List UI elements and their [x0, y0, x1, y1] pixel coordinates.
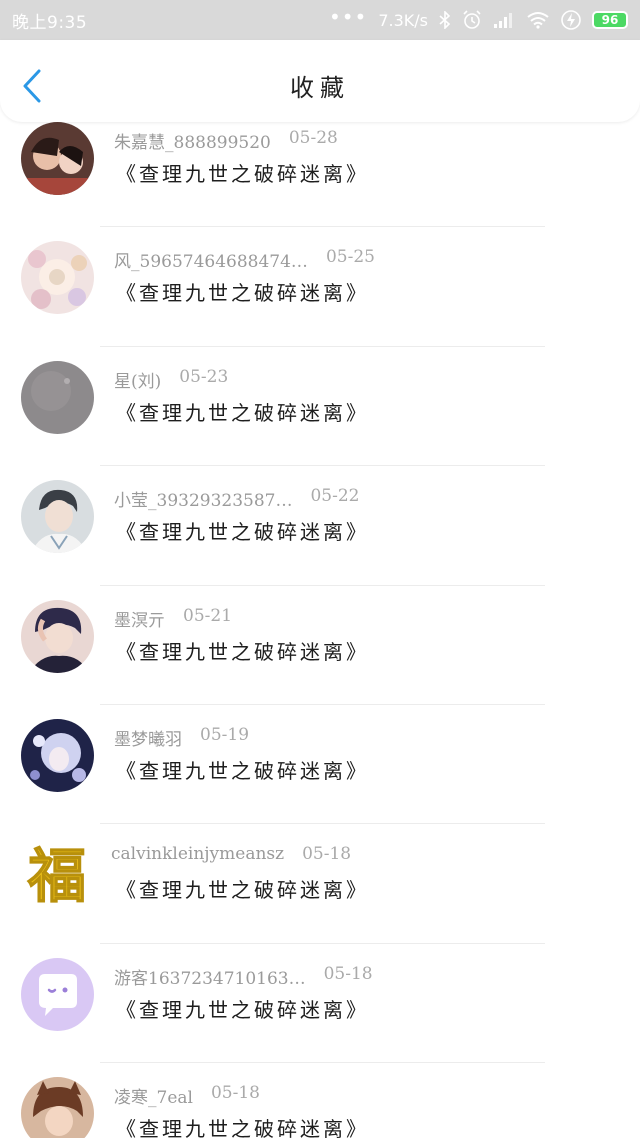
date: 05-18 — [210, 1083, 260, 1104]
list-item[interactable]: 风_59657464688474… 05-25 《查理九世之破碎迷离》 — [0, 227, 640, 347]
date: 05-21 — [183, 605, 233, 626]
book-title: 《查理九世之破碎迷离》 — [116, 400, 369, 425]
avatar: 福 — [21, 838, 94, 912]
book-title: 《查理九世之破碎迷离》 — [116, 997, 369, 1022]
item-meta: 墨溟亓 05-21 — [114, 606, 232, 631]
item-meta: 风_59657464688474… 05-25 — [114, 247, 375, 272]
status-icons: ••• 7.3K/s 96 — [328, 5, 628, 30]
book-title: 《查理九世之破碎迷离》 — [116, 758, 369, 783]
item-meta: 小莹_39329323587… 05-22 — [114, 486, 360, 511]
favorites-list: 朱嘉慧_888899520 05-28 《查理九世之破碎迷离》 风_596574… — [0, 108, 640, 1138]
username: 凌寒_7eal — [114, 1088, 193, 1109]
username: calvinkleinjymeansz — [111, 844, 285, 865]
item-meta: 朱嘉慧_888899520 05-28 — [114, 128, 338, 153]
list-item[interactable]: 墨梦曦羽 05-19 《查理九世之破碎迷离》 — [0, 705, 640, 825]
book-title: 《查理九世之破碎迷离》 — [116, 878, 369, 903]
avatar — [21, 599, 94, 673]
book-title: 《查理九世之破碎迷离》 — [116, 162, 369, 186]
date: 05-25 — [325, 247, 375, 268]
alarm-icon — [462, 10, 482, 30]
list-item[interactable]: 凌寒_7eal 05-18 《查理九世之破碎迷离》 — [0, 1063, 640, 1138]
signal-icon — [493, 11, 515, 29]
date: 05-28 — [288, 128, 338, 148]
battery-icon: 96 — [592, 11, 628, 29]
nav-bar: 收藏 — [0, 40, 640, 122]
network-speed: 7.3K/s — [378, 10, 428, 30]
page-title: 收藏 — [290, 74, 350, 102]
charging-icon — [561, 10, 581, 30]
avatar — [21, 1077, 94, 1138]
list-item[interactable]: 墨溟亓 05-21 《查理九世之破碎迷离》 — [0, 586, 640, 705]
avatar — [21, 957, 94, 1031]
item-meta: 游客1637234710163… 05-18 — [114, 964, 373, 989]
date: 05-23 — [179, 366, 229, 387]
list-item[interactable]: 小莹_39329323587… 05-22 《查理九世之破碎迷离》 — [0, 466, 640, 586]
list-item[interactable]: 游客1637234710163… 05-18 《查理九世之破碎迷离》 — [0, 944, 640, 1064]
book-title: 《查理九世之破碎迷离》 — [116, 1117, 369, 1138]
book-title: 《查理九世之破碎迷离》 — [116, 520, 369, 545]
item-meta: 墨梦曦羽 05-19 — [114, 725, 249, 750]
avatar — [21, 480, 94, 554]
list-item[interactable]: 星(刘) 05-23 《查理九世之破碎迷离》 — [0, 347, 640, 467]
avatar — [21, 241, 94, 315]
notification-dots: ••• — [328, 5, 368, 29]
item-meta: 星(刘) 05-23 — [114, 367, 228, 392]
date: 05-18 — [323, 963, 373, 984]
status-bar: 晚上9:35 ••• 7.3K/s 96 — [0, 0, 640, 40]
book-title: 《查理九世之破碎迷离》 — [116, 281, 369, 306]
avatar — [21, 122, 94, 195]
date: 05-18 — [302, 844, 352, 865]
username: 朱嘉慧_888899520 — [114, 133, 271, 153]
svg-text:福: 福 — [27, 842, 86, 910]
item-meta: 凌寒_7eal 05-18 — [114, 1083, 260, 1108]
item-meta: calvinkleinjymeansz 05-18 — [111, 844, 351, 864]
list-item[interactable]: 朱嘉慧_888899520 05-28 《查理九世之破碎迷离》 — [0, 108, 640, 228]
date: 05-19 — [200, 724, 250, 745]
username: 墨梦曦羽 — [114, 729, 182, 750]
wifi-icon — [526, 11, 550, 29]
list-item[interactable]: 福 calvinkleinjymeansz 05-18 《查理九世之破碎迷离》 — [0, 824, 640, 944]
status-time: 晚上9:35 — [12, 12, 88, 33]
avatar — [21, 718, 94, 792]
username: 游客1637234710163… — [114, 968, 306, 989]
bluetooth-icon — [439, 11, 451, 29]
avatar — [21, 360, 94, 434]
username: 小莹_39329323587… — [114, 491, 293, 512]
username: 星(刘) — [114, 371, 162, 392]
date: 05-22 — [310, 486, 360, 507]
username: 风_59657464688474… — [114, 252, 308, 273]
username: 墨溟亓 — [114, 610, 165, 631]
book-title: 《查理九世之破碎迷离》 — [116, 639, 369, 664]
